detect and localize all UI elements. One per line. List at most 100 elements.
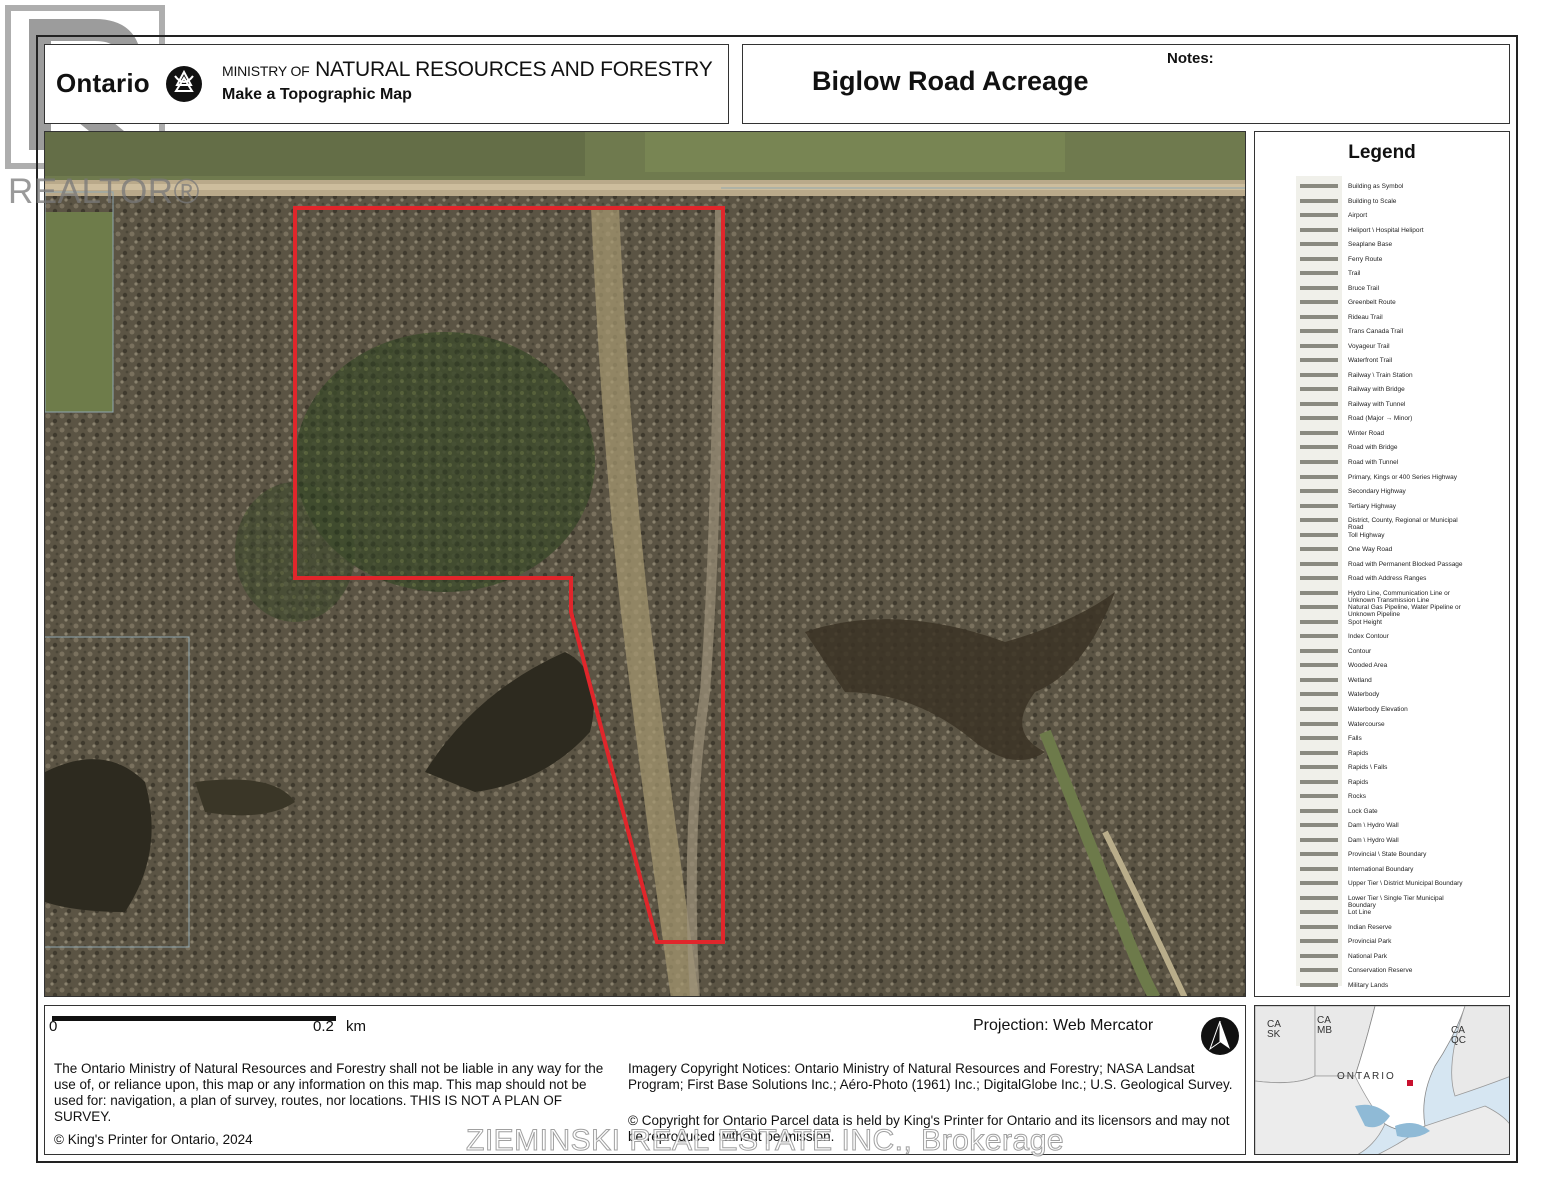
ministry-name: MINISTRY OF NATURAL RESOURCES AND FOREST…	[222, 58, 713, 82]
legend-symbol	[1300, 866, 1338, 871]
legend-symbol	[1300, 256, 1338, 261]
legend-symbol	[1300, 765, 1338, 770]
legend-symbol	[1300, 474, 1338, 479]
legend-item: Lot Line	[1348, 909, 1372, 917]
legend-symbol	[1300, 503, 1338, 508]
legend-item: Military Lands	[1348, 982, 1389, 989]
legend-item: Greenbelt Route	[1348, 299, 1396, 307]
realtor-watermark: REALTOR®	[8, 172, 200, 211]
legend-item: International Boundary	[1348, 865, 1414, 873]
legend-item: Road with Bridge	[1348, 444, 1398, 452]
legend-symbol	[1300, 242, 1338, 247]
inset-label-ontario: ONTARIO	[1337, 1071, 1396, 1082]
legend-symbol	[1300, 518, 1338, 523]
legend-item: Lower Tier \ Single Tier Municipal Bound…	[1348, 894, 1444, 909]
legend-symbol	[1300, 634, 1338, 639]
legend-symbol	[1300, 387, 1338, 392]
inset-label-qc: CA QC	[1451, 1025, 1466, 1046]
legend-item: Winter Road	[1348, 429, 1385, 437]
legend-symbol	[1300, 692, 1338, 697]
legend-item: Road with Address Ranges	[1348, 575, 1427, 583]
legend-symbol	[1300, 561, 1338, 566]
legend-item: District, County, Regional or Municipal …	[1348, 517, 1458, 532]
legend-item: Indian Reserve	[1348, 923, 1392, 931]
legend-item: Road with Permanent Blocked Passage	[1348, 560, 1463, 568]
legend-item: Building to Scale	[1348, 197, 1397, 205]
legend-item: Provincial \ State Boundary	[1348, 851, 1427, 859]
legend-symbol	[1300, 983, 1338, 987]
legend-item: Trans Canada Trail	[1348, 328, 1404, 336]
aerial-imagery	[45, 132, 1245, 996]
brokerage-watermark: ZIEMINSKI REAL ESTATE INC., Brokerage	[465, 1124, 1065, 1158]
legend-item: Upper Tier \ District Municipal Boundary	[1348, 880, 1463, 888]
ontario-wordmark: Ontario	[56, 68, 150, 98]
ministry-title: NATURAL RESOURCES AND FORESTRY	[315, 58, 713, 81]
aerial-map[interactable]	[44, 131, 1246, 997]
legend-symbol	[1300, 677, 1338, 682]
legend-item: Seaplane Base	[1348, 241, 1393, 249]
legend-symbol	[1300, 953, 1338, 958]
notes-label: Notes:	[1167, 50, 1214, 67]
ministry-prefix: MINISTRY OF	[222, 63, 310, 79]
legend-item: Primary, Kings or 400 Series Highway	[1348, 473, 1457, 481]
legend-item: Trail	[1348, 270, 1361, 278]
legend-symbol	[1300, 895, 1338, 900]
legend-symbol	[1300, 968, 1338, 973]
projection-label: Projection: Web Mercator	[973, 1017, 1154, 1034]
legend-item: Contour	[1348, 647, 1372, 655]
legend-item: Lock Gate	[1348, 807, 1378, 815]
legend-item: Provincial Park	[1348, 938, 1392, 946]
legend-symbol	[1300, 881, 1338, 886]
legend-item: Dam \ Hydro Wall	[1348, 822, 1399, 830]
legend-item: Railway \ Train Station	[1348, 371, 1413, 379]
legend-symbol	[1300, 852, 1338, 857]
legend-symbol	[1300, 198, 1338, 203]
legend-symbol	[1300, 576, 1338, 581]
legend-symbol	[1300, 736, 1338, 741]
legend-item: Falls	[1348, 735, 1362, 743]
legend-symbol	[1300, 358, 1338, 363]
legend-item: Natural Gas Pipeline, Water Pipeline or …	[1348, 604, 1461, 619]
legend-symbol	[1300, 547, 1338, 552]
legend-item: Conservation Reserve	[1348, 967, 1413, 975]
legend-symbol	[1300, 430, 1338, 435]
legend-item: Wetland	[1348, 676, 1372, 684]
legend-item: Rapids \ Falls	[1348, 764, 1388, 772]
legend-symbol	[1300, 401, 1338, 406]
locator-map: CA SK CA MB CA QC ONTARIO	[1254, 1005, 1510, 1155]
legend-symbol	[1300, 663, 1338, 668]
legend-item: Rapids	[1348, 749, 1369, 757]
map-title: Biglow Road Acreage	[812, 66, 1089, 96]
legend-symbol	[1300, 329, 1338, 334]
legend-symbol	[1300, 343, 1338, 348]
scale-mark-label: 0.2	[313, 1018, 334, 1035]
inset-label-sk: CA SK	[1267, 1019, 1281, 1040]
legend-item: Road (Major → Minor)	[1348, 415, 1413, 423]
legend-item: Wooded Area	[1348, 662, 1388, 670]
legend-item: One Way Road	[1348, 546, 1393, 554]
legend-symbol	[1300, 721, 1338, 726]
legend-item: Railway with Bridge	[1348, 386, 1405, 394]
scale-unit-label: km	[346, 1018, 366, 1035]
legend-item: Waterbody	[1348, 691, 1380, 699]
legend-item: Index Contour	[1348, 633, 1389, 641]
legend-item: Tertiary Highway	[1348, 502, 1397, 510]
legend-item: Voyageur Trail	[1348, 342, 1390, 350]
legend-item: Waterbody Elevation	[1348, 705, 1408, 713]
legend-symbol	[1300, 300, 1338, 305]
legend-symbol	[1300, 184, 1338, 188]
legend-item: Waterfront Trail	[1348, 357, 1393, 365]
legend-symbol	[1300, 779, 1338, 784]
scale-bar	[52, 1016, 336, 1021]
inset-label-mb: CA MB	[1317, 1015, 1332, 1036]
legend-item: Bruce Trail	[1348, 284, 1380, 292]
legend-symbol	[1300, 794, 1338, 799]
legend-symbol	[1300, 823, 1338, 828]
legend-symbol	[1300, 445, 1338, 450]
legend-item: National Park	[1348, 952, 1388, 960]
legend-symbol	[1300, 271, 1338, 276]
legend-symbol	[1300, 750, 1338, 755]
legend-item: Rapids	[1348, 778, 1369, 786]
legend-symbol	[1300, 939, 1338, 944]
legend-item: Watercourse	[1348, 720, 1385, 728]
